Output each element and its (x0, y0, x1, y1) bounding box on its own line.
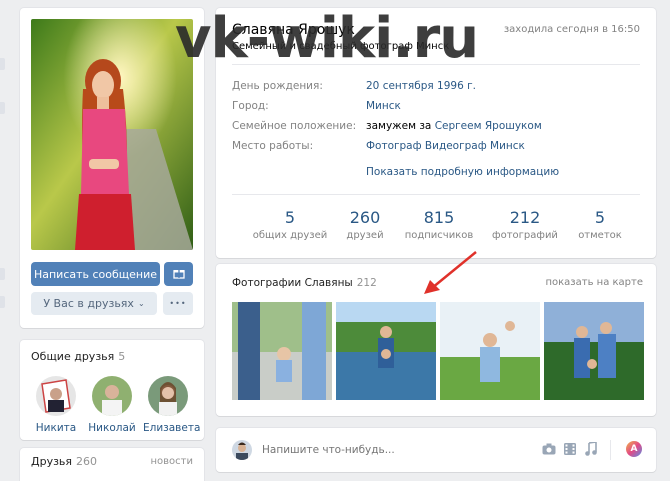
author-icon[interactable]: A (626, 441, 642, 457)
arrow-icon (424, 251, 477, 294)
music-icon[interactable] (585, 441, 597, 459)
camera-icon[interactable] (542, 443, 556, 458)
video-icon[interactable] (564, 443, 576, 458)
post-composer: A (216, 428, 656, 472)
avatar (232, 440, 252, 460)
post-input[interactable] (262, 440, 522, 460)
divider (610, 440, 611, 460)
